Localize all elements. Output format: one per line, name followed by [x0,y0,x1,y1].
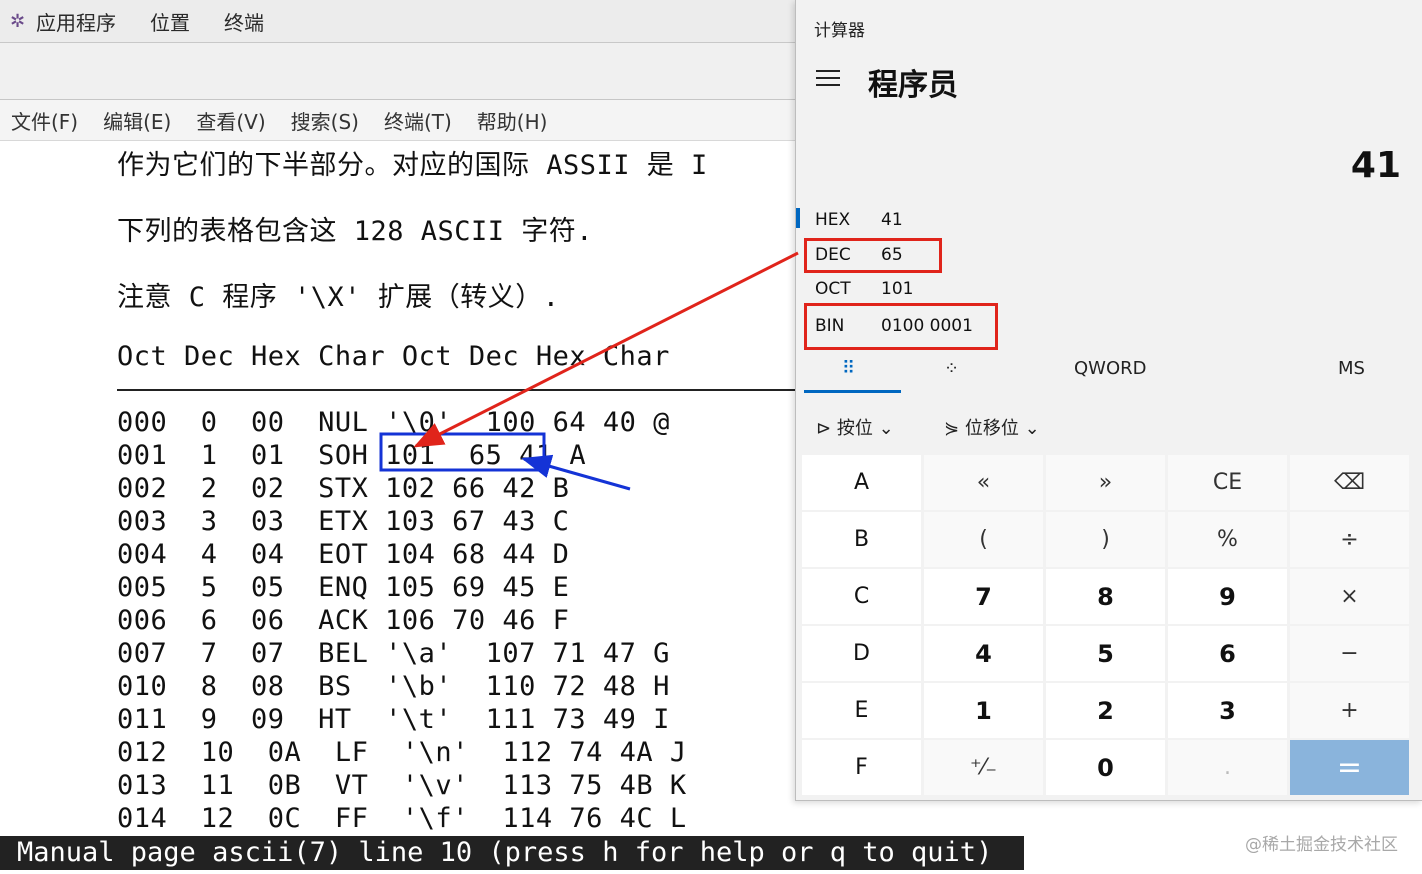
key-right-shift[interactable]: » [1046,455,1165,510]
key-3[interactable]: 3 [1168,683,1287,738]
key-0[interactable]: 0 [1046,740,1165,795]
watermark: @稀土掘金技术社区 [1245,835,1398,855]
bitshift-icon: ⋟ [944,418,960,439]
calculator-mode-title: 程序员 [868,68,958,103]
terminal-menubar: 文件(F) 编辑(E) 查看(V) 搜索(S) 终端(T) 帮助(H) [0,100,800,141]
menu-file[interactable]: 文件(F) [11,106,78,135]
table-row: 002 2 02 STX 102 66 42 B [117,473,570,504]
window-title: 计算器 [814,21,865,41]
key-1[interactable]: 1 [924,683,1043,738]
backspace-icon[interactable]: ⌫ [1290,455,1409,510]
bitwise-icon: ⊳ [816,418,832,439]
table-row: 006 6 06 ACK 106 70 46 F [117,605,570,636]
key-clear-entry[interactable]: CE [1168,455,1287,510]
table-row: 010 8 08 BS '\b' 110 72 48 H [117,671,670,702]
radix-oct[interactable]: OCT 101 [796,273,1116,305]
keypad-tab-icon[interactable]: ⠿ [842,358,855,379]
bitwise-label: 按位 [836,418,873,439]
bitwise-dropdown[interactable]: ⊳ 按位 ⌄ [816,414,894,440]
equals-button[interactable]: = [1290,740,1409,795]
key-open-paren[interactable]: ( [924,512,1043,567]
man-text-line: 注意 C 程序 '\X' 扩展（转义）. [117,282,560,313]
table-row: 003 3 03 ETX 103 67 43 C [117,506,570,537]
key-b[interactable]: B [802,512,921,567]
radix-label: HEX [815,210,851,230]
terminal-content[interactable]: 作为它们的下半部分。对应的国际 ASSII 是 I 下列的表格包含这 128 A… [0,141,800,837]
key-close-paren[interactable]: ) [1046,512,1165,567]
table-row: 013 11 0B VT '\v' 113 75 4B K [117,770,687,801]
menu-places[interactable]: 位置 [150,7,190,36]
menu-edit[interactable]: 编辑(E) [103,106,171,135]
radix-value: 101 [881,279,914,299]
menu-terminal-tab[interactable]: 终端(T) [384,106,452,135]
radix-value: 41 [881,210,903,230]
table-row: 011 9 09 HT '\t' 111 73 49 I [117,704,670,735]
table-row: 001 1 01 SOH 101 65 41 A [117,440,587,471]
man-text-line: 下列的表格包含这 128 ASCII 字符. [117,216,594,247]
menu-search[interactable]: 搜索(S) [291,106,359,135]
table-header-rule [117,389,800,391]
key-d[interactable]: D [802,626,921,681]
key-9[interactable]: 9 [1168,569,1287,624]
key-4[interactable]: 4 [924,626,1043,681]
bit-toggle-tab-icon[interactable]: ⁘ [944,358,959,379]
menu-view[interactable]: 查看(V) [196,106,265,135]
key-a[interactable]: A [802,455,921,510]
table-header: Oct Dec Hex Char Oct Dec Hex Char [117,341,670,372]
key-7[interactable]: 7 [924,569,1043,624]
menu-applications[interactable]: 应用程序 [36,7,116,36]
table-row: 004 4 04 EOT 104 68 44 D [117,539,570,570]
key-8[interactable]: 8 [1046,569,1165,624]
man-text-line: 作为它们的下半部分。对应的国际 ASSII 是 I [117,150,708,181]
radix-label: OCT [815,279,851,299]
bitshift-dropdown[interactable]: ⋟ 位移位 ⌄ [944,414,1040,440]
word-size-button[interactable]: QWORD [1074,358,1147,379]
key-2[interactable]: 2 [1046,683,1165,738]
radix-hex[interactable]: HEX 41 [796,204,1116,236]
applications-icon[interactable]: ✲ [10,11,36,32]
terminal-toolbar [0,43,800,100]
memory-store-button[interactable]: MS [1338,358,1365,379]
dec-highlight-box [804,238,942,273]
divide-icon[interactable]: ÷ [1290,512,1409,567]
minus-icon[interactable]: − [1290,626,1409,681]
calculator-window: 计算器 程序员 41 HEX 41 DEC 65 OCT 101 BIN 010… [795,0,1422,801]
key-c[interactable]: C [802,569,921,624]
table-row: 000 0 00 NUL '\0' 100 64 40 @ [117,407,670,438]
menu-terminal[interactable]: 终端 [224,7,264,36]
negate-icon[interactable]: ⁺⁄₋ [924,740,1043,795]
bitshift-label: 位移位 [964,418,1019,439]
multiply-icon[interactable]: × [1290,569,1409,624]
key-f[interactable]: F [802,740,921,795]
man-status-bar: Manual page ascii(7) line 10 (press h fo… [0,836,1024,870]
chevron-down-icon: ⌄ [1024,418,1040,439]
key-e[interactable]: E [802,683,921,738]
bin-highlight-box [804,303,998,350]
table-row: 005 5 05 ENQ 105 69 45 E [117,572,570,603]
key-modulo[interactable]: % [1168,512,1287,567]
plus-icon[interactable]: + [1290,683,1409,738]
key-6[interactable]: 6 [1168,626,1287,681]
table-row: 014 12 0C FF '\f' 114 76 4C L [117,803,687,834]
table-row: 007 7 07 BEL '\a' 107 71 47 G [117,638,670,669]
tab-underline [804,390,901,393]
menu-help[interactable]: 帮助(H) [477,106,548,135]
desktop-top-bar: ✲ 应用程序 位置 终端 [0,0,800,43]
chevron-down-icon: ⌄ [878,418,894,439]
key-5[interactable]: 5 [1046,626,1165,681]
hamburger-menu-icon[interactable] [816,70,840,91]
calculator-display: 41 [1350,145,1401,186]
key-decimal: . [1168,740,1287,795]
key-left-shift[interactable]: « [924,455,1043,510]
table-row: 012 10 0A LF '\n' 112 74 4A J [117,737,687,768]
